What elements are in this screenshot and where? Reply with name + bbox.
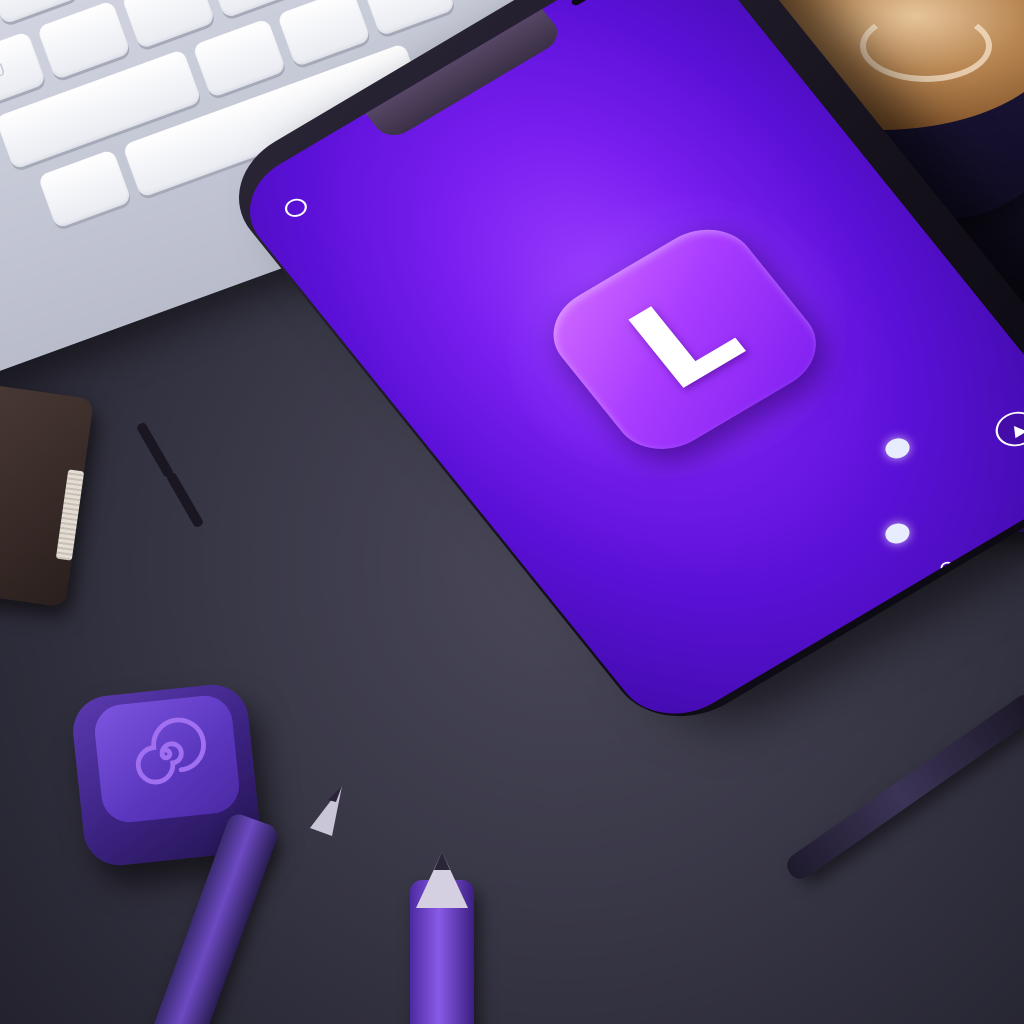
dark-pen xyxy=(782,690,1024,884)
navigation-icon[interactable]: ▲ xyxy=(987,404,1024,454)
keyboard-key-glyph: U xyxy=(0,59,8,82)
keyboard-key xyxy=(36,0,131,81)
page-indicator-dot[interactable] xyxy=(880,519,915,548)
pen-tip-2 xyxy=(416,852,468,908)
keyboard-key: U xyxy=(0,31,47,111)
swirl-icon xyxy=(135,717,206,785)
latte-art xyxy=(860,10,992,82)
volume-up-button xyxy=(135,421,175,479)
keyboard-key xyxy=(361,0,456,37)
desk-scene: C U ◉▴ xyxy=(0,0,1024,1024)
pen-tip-1 xyxy=(310,786,342,836)
status-icon xyxy=(280,195,312,221)
volume-down-button xyxy=(165,471,205,529)
keyboard-key xyxy=(192,18,287,99)
page-indicator-dot[interactable] xyxy=(880,434,915,463)
keyboard-key xyxy=(37,148,132,229)
keyboard-key xyxy=(276,0,372,68)
app-icon-letter: L xyxy=(602,261,768,417)
camera-button-icon[interactable]: ◀ xyxy=(864,626,922,675)
earpiece-speaker xyxy=(570,0,631,7)
